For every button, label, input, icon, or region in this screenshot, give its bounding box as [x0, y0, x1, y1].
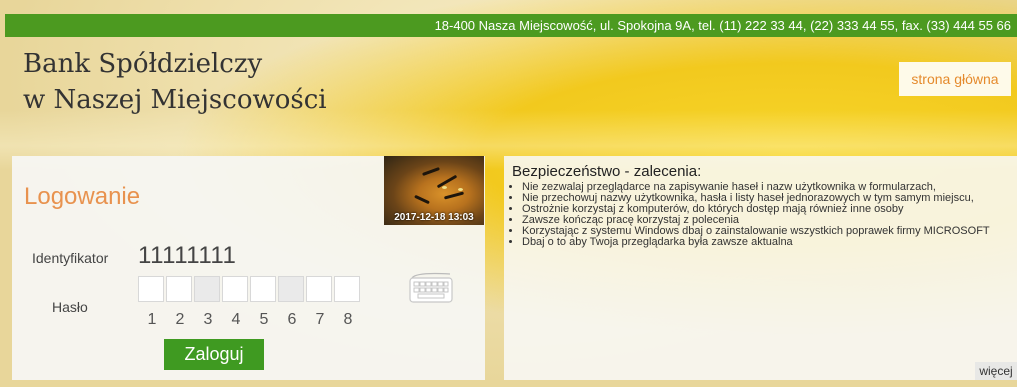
password-char-7[interactable]	[306, 276, 332, 302]
photo-stripe	[422, 167, 440, 176]
security-photo: 2017-12-18 13:03	[384, 156, 484, 225]
photo-stripe	[414, 194, 430, 205]
password-position: 3	[203, 311, 213, 328]
password-char-5[interactable]	[250, 276, 276, 302]
password-char-3[interactable]	[194, 276, 220, 302]
photo-eye	[442, 186, 447, 189]
password-position: 8	[343, 311, 353, 328]
password-char-fields	[138, 276, 362, 302]
password-char-2[interactable]	[166, 276, 192, 302]
bank-name-line1: Bank Spółdzielczy	[23, 49, 263, 79]
login-button[interactable]: Zaloguj	[164, 339, 264, 370]
security-panel: Bezpieczeństwo - zalecenia: Nie zezwalaj…	[504, 156, 1017, 380]
security-title: Bezpieczeństwo - zalecenia:	[512, 163, 702, 180]
login-panel: Logowanie 2017-12-18 13:03 Identyfikator…	[12, 156, 485, 380]
password-position: 1	[147, 311, 157, 328]
password-position: 7	[315, 311, 325, 328]
password-position: 4	[231, 311, 241, 328]
identifier-value: 11111111	[138, 242, 237, 269]
password-char-6[interactable]	[278, 276, 304, 302]
password-position: 2	[175, 311, 185, 328]
photo-stripe	[443, 191, 465, 200]
virtual-keyboard-icon[interactable]	[406, 268, 456, 306]
address-bar: 18-400 Nasza Miejscowość, ul. Spokojna 9…	[5, 14, 1017, 37]
bank-name: Bank Spółdzielczy w Naszej Miejscowości	[23, 46, 327, 118]
password-char-1[interactable]	[138, 276, 164, 302]
password-position: 6	[287, 311, 297, 328]
more-link[interactable]: więcej	[975, 362, 1017, 380]
photo-date: 2017-12-18 13:03	[394, 212, 474, 223]
login-title: Logowanie	[24, 183, 141, 210]
password-char-8[interactable]	[334, 276, 360, 302]
photo-stripe	[436, 174, 458, 189]
home-page-link[interactable]: strona główna	[899, 62, 1011, 96]
photo-eye	[458, 188, 463, 191]
password-position: 5	[259, 311, 269, 328]
password-positions: 1 2 3 4 5 6 7 8	[138, 311, 362, 329]
security-tips-list: Nie zezwalaj przeglądarce na zapisywanie…	[512, 182, 1017, 248]
security-tip: Dbaj o to aby Twoja przeglądarka była za…	[522, 237, 1017, 248]
password-label: Hasło	[52, 299, 88, 315]
identifier-label: Identyfikator	[32, 250, 109, 266]
password-char-4[interactable]	[222, 276, 248, 302]
